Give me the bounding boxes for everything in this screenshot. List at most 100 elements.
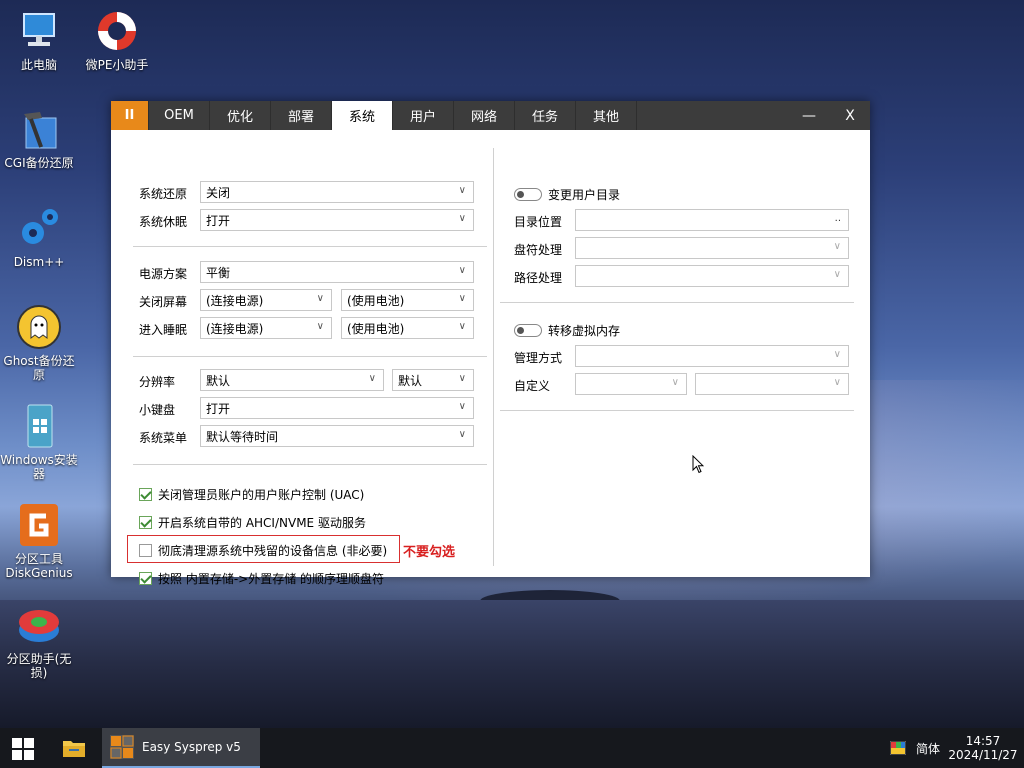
toggle-switch-off[interactable]: [514, 324, 542, 337]
clock-time: 14:57: [965, 734, 1001, 748]
tab-oem[interactable]: OEM: [149, 101, 210, 130]
label-dir-location: 目录位置: [514, 214, 563, 229]
tab-user[interactable]: 用户: [393, 101, 454, 130]
label-keypad: 小键盘: [139, 402, 176, 417]
checkbox-clean-device-info[interactable]: 彻底清理源系统中残留的设备信息 (非必要): [139, 542, 387, 559]
select-system-menu[interactable]: 默认等待时间 ∨: [200, 425, 474, 447]
easy-sysprep-icon: [110, 735, 134, 759]
toggle-move-virtual-memory[interactable]: 转移虚拟内存: [514, 322, 620, 339]
checkbox-checked[interactable]: [139, 516, 152, 529]
select-custom-2[interactable]: ∨: [695, 373, 849, 395]
select-resolution[interactable]: 默认 ∨: [200, 369, 384, 391]
desktop-icon-windows-installer[interactable]: Windows安装器: [0, 403, 78, 481]
easy-sysprep-window: II OEM 优化 部署 系统 用户 网络 任务 其他 — X 系统还原 关闭 ∨…: [111, 101, 870, 586]
tab-other[interactable]: 其他: [576, 101, 637, 130]
label-manage-mode: 管理方式: [514, 350, 563, 365]
clock[interactable]: 14:57 2024/11/27: [946, 728, 1020, 768]
label-system-menu: 系统菜单: [139, 430, 188, 445]
chevron-down-icon: ∨: [833, 241, 841, 252]
checkbox-unchecked[interactable]: [139, 544, 152, 557]
checkbox-disable-uac[interactable]: 关闭管理员账户的用户账户控制 (UAC): [139, 486, 364, 503]
select-sleep-ac[interactable]: (连接电源) ∨: [200, 317, 332, 339]
divider: [133, 464, 487, 465]
ghost-icon: [16, 304, 62, 350]
select-manage-mode[interactable]: ∨: [575, 345, 849, 367]
desktop-icon-ghost[interactable]: Ghost备份还原: [0, 304, 78, 382]
select-sleep-dc[interactable]: (使用电池) ∨: [341, 317, 474, 339]
toggle-switch-off[interactable]: [514, 188, 542, 201]
chevron-down-icon: ∨: [458, 293, 466, 304]
chevron-down-icon: ∨: [458, 373, 466, 384]
desktop-icon-diskgenius[interactable]: 分区工具DiskGenius: [0, 502, 78, 580]
ime-indicator[interactable]: 简体: [916, 728, 940, 768]
select-system-restore[interactable]: 关闭 ∨: [200, 181, 474, 203]
desktop-icon-cgi-backup[interactable]: CGI备份还原: [0, 106, 78, 170]
close-button[interactable]: X: [830, 101, 870, 130]
desktop-icon-this-pc[interactable]: 此电脑: [0, 8, 78, 72]
tab-tasks[interactable]: 任务: [515, 101, 576, 130]
label-sleep: 进入睡眠: [139, 322, 188, 337]
chevron-down-icon: ∨: [671, 377, 679, 388]
clock-date: 2024/11/27: [948, 748, 1018, 762]
sea-background: [0, 600, 1024, 728]
tab-system[interactable]: 系统: [332, 101, 393, 130]
annotation-do-not-check: 不要勾选: [403, 545, 456, 560]
label-path-handling: 路径处理: [514, 270, 563, 285]
select-screen-off-dc[interactable]: (使用电池) ∨: [341, 289, 474, 311]
divider: [133, 356, 487, 357]
label-screen-off: 关闭屏幕: [139, 294, 188, 309]
select-refresh-rate[interactable]: 默认 ∨: [392, 369, 474, 391]
lifebuoy-icon: [94, 8, 140, 54]
select-path-handling[interactable]: ∨: [575, 265, 849, 287]
chevron-down-icon: ∨: [316, 321, 324, 332]
chevron-down-icon: ∨: [833, 377, 841, 388]
tab-network[interactable]: 网络: [454, 101, 515, 130]
file-explorer-icon[interactable]: [62, 738, 86, 758]
select-custom-1[interactable]: ∨: [575, 373, 687, 395]
browse-button[interactable]: ..: [835, 213, 841, 224]
select-system-hibernate[interactable]: 打开 ∨: [200, 209, 474, 231]
select-keypad[interactable]: 打开 ∨: [200, 397, 474, 419]
input-dir-location[interactable]: ..: [575, 209, 849, 231]
label-system-restore: 系统还原: [139, 186, 188, 201]
computer-icon: [16, 8, 62, 54]
display-color-icon: [890, 741, 906, 755]
color-management-tray[interactable]: [890, 728, 906, 768]
chevron-down-icon: ∨: [458, 213, 466, 224]
checkbox-order-drive-letters[interactable]: 按照 内置存储->外置存储 的顺序理顺盘符: [139, 570, 384, 587]
chevron-down-icon: ∨: [316, 293, 324, 304]
toggle-change-user-dir[interactable]: 变更用户目录: [514, 186, 620, 203]
tab-bar: II OEM 优化 部署 系统 用户 网络 任务 其他 — X: [111, 101, 870, 130]
label-custom: 自定义: [514, 378, 551, 393]
checkbox-checked[interactable]: [139, 572, 152, 585]
checkbox-enable-ahci-nvme[interactable]: 开启系统自带的 AHCI/NVME 驱动服务: [139, 514, 366, 531]
gears-icon: [16, 205, 62, 251]
windows-setup-icon: [16, 403, 62, 449]
checkbox-checked[interactable]: [139, 488, 152, 501]
tab-deploy[interactable]: 部署: [271, 101, 332, 130]
chevron-down-icon: ∨: [458, 429, 466, 440]
chevron-down-icon: ∨: [458, 401, 466, 412]
system-tab-content: 系统还原 关闭 ∨ 系统休眠 打开 ∨ 电源方案 平衡 ∨ 关闭屏幕 (连接电源) ∨ …: [111, 130, 870, 586]
label-system-hibernate: 系统休眠: [139, 214, 188, 229]
desktop-icon-pe-helper[interactable]: 微PE小助手: [78, 8, 156, 72]
divider: [500, 410, 854, 411]
desktop-icon-dism[interactable]: Dism++: [0, 205, 78, 269]
chevron-down-icon: ∨: [458, 321, 466, 332]
chevron-down-icon: ∨: [368, 373, 376, 384]
hammer-icon: [16, 106, 62, 152]
tab-optimize[interactable]: 优化: [210, 101, 271, 130]
divider: [133, 246, 487, 247]
chevron-down-icon: ∨: [833, 349, 841, 360]
diskgenius-icon: [16, 502, 62, 548]
minimize-button[interactable]: —: [789, 101, 829, 130]
select-drive-handling[interactable]: ∨: [575, 237, 849, 259]
windows-start-icon[interactable]: [12, 738, 34, 760]
app-logo[interactable]: II: [111, 101, 149, 130]
desktop-icon-partition-assistant[interactable]: 分区助手(无损): [0, 602, 78, 680]
select-screen-off-ac[interactable]: (连接电源) ∨: [200, 289, 332, 311]
taskbar-app-easy-sysprep[interactable]: Easy Sysprep v5: [102, 728, 260, 768]
label-power-plan: 电源方案: [139, 266, 188, 281]
partition-assistant-icon: [16, 602, 62, 648]
select-power-plan[interactable]: 平衡 ∨: [200, 261, 474, 283]
